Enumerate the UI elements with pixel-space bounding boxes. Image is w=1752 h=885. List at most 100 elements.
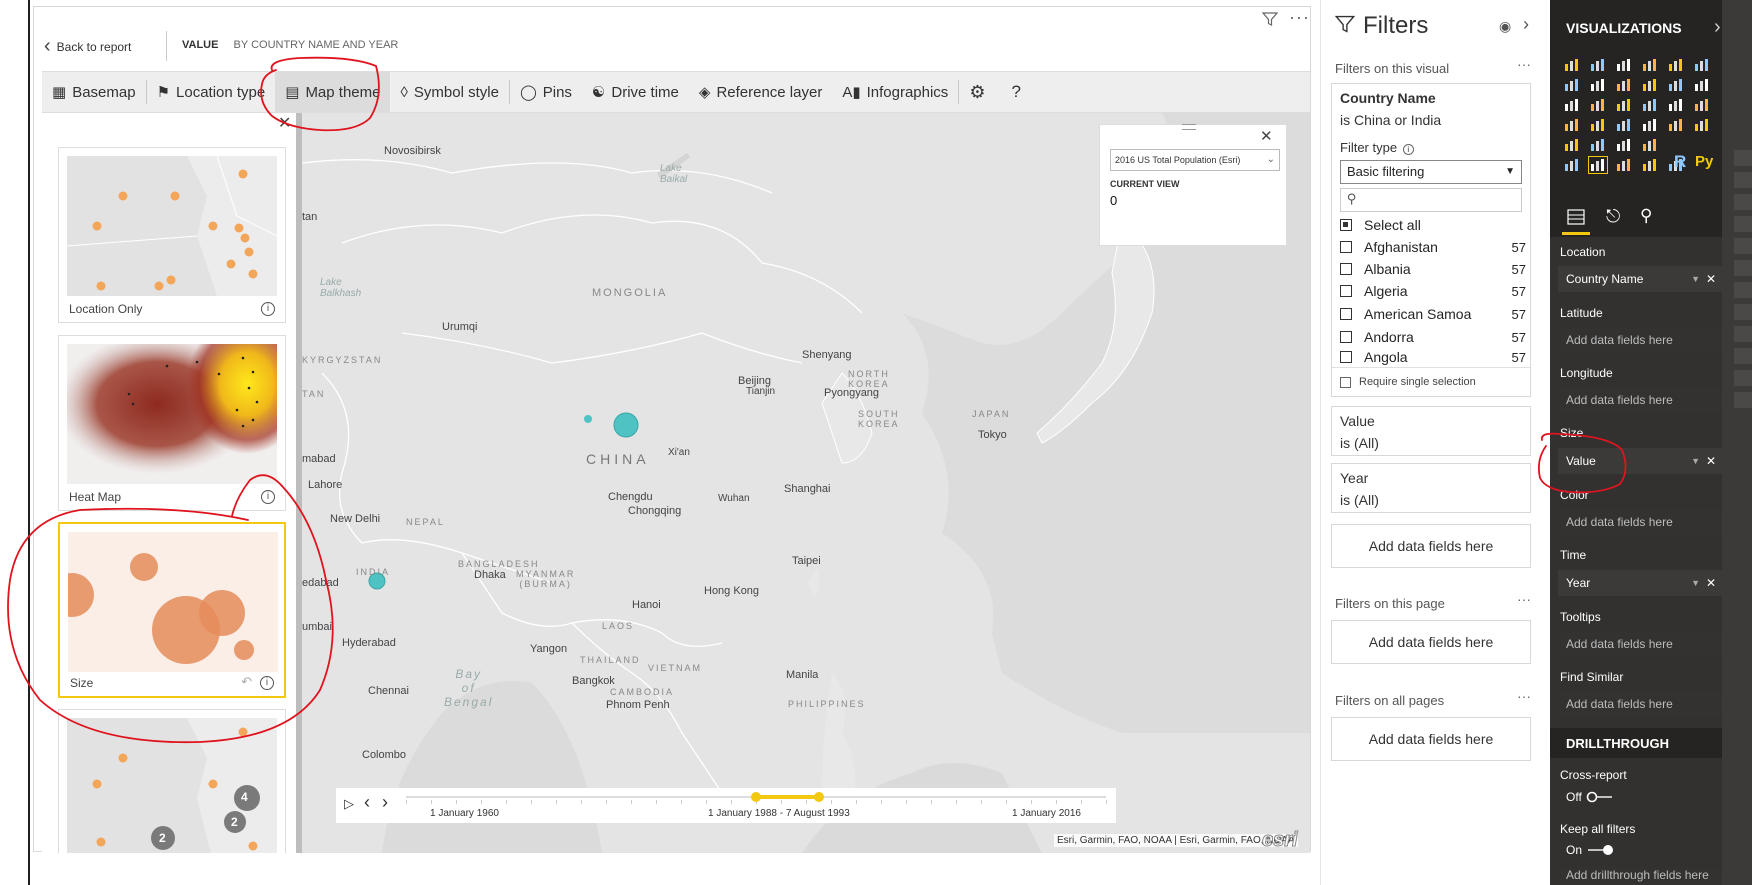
visual-type-icon[interactable] [1564, 138, 1580, 152]
field-row[interactable] [1734, 260, 1752, 276]
back-to-report-button[interactable]: ‹ Back to report [44, 35, 131, 58]
filter-type-select[interactable]: Basic filtering ▼ [1340, 160, 1522, 184]
cross-report-toggle[interactable]: Off [1566, 790, 1614, 804]
field-row[interactable] [1734, 194, 1752, 210]
filter-search-input[interactable]: ⚲ [1340, 188, 1522, 212]
time-slider[interactable]: ▷ ‹ › 1 January 1960 1 January 1988 - 7 … [336, 788, 1116, 823]
close-icon[interactable]: ✕ [278, 113, 291, 133]
more-options-icon[interactable]: ··· [1517, 56, 1531, 72]
remove-field-icon[interactable]: ✕ [1706, 266, 1716, 292]
drag-handle-icon[interactable] [1182, 124, 1196, 130]
caret-down-icon[interactable]: ▼ [1691, 266, 1700, 292]
visual-type-icon[interactable] [1564, 58, 1580, 72]
visual-type-icon[interactable] [1668, 78, 1684, 92]
tooltips-well[interactable]: Add data fields here [1558, 631, 1722, 657]
range-end-handle[interactable] [814, 792, 824, 802]
filter-option[interactable]: American Samoa 57 [1340, 303, 1526, 325]
reference-layer-dropdown[interactable]: 2016 US Total Population (Esri) ⌄ [1110, 149, 1280, 171]
visual-type-icon[interactable] [1642, 98, 1658, 112]
filter-card-country[interactable]: Country Name is China or India Filter ty… [1331, 83, 1531, 397]
theme-size[interactable]: Size ↶ i [58, 522, 286, 698]
pins-button[interactable]: ◯ Pins [510, 72, 582, 112]
add-fields-all-pages-dropzone[interactable]: Add data fields here [1331, 717, 1531, 761]
visual-type-icon[interactable] [1590, 138, 1606, 152]
caret-down-icon[interactable]: ▼ [1691, 448, 1700, 474]
basemap-button[interactable]: ▦ Basemap [42, 72, 146, 112]
r-visual-icon[interactable]: R [1674, 152, 1686, 172]
python-visual-icon[interactable]: Py [1695, 153, 1713, 170]
visual-type-icon[interactable] [1642, 78, 1658, 92]
visual-type-icon[interactable] [1642, 138, 1658, 152]
info-icon[interactable]: i [260, 676, 274, 690]
filter-option[interactable]: Afghanistan 57 [1340, 236, 1526, 258]
undo-icon[interactable]: ↶ [241, 674, 252, 690]
visual-type-icon[interactable] [1668, 98, 1684, 112]
theme-clustering[interactable]: 4 2 2 [58, 709, 286, 853]
symbol-style-button[interactable]: ◊ Symbol style [390, 72, 508, 112]
chevron-right-icon[interactable]: › [1523, 14, 1529, 35]
visual-type-icon[interactable] [1564, 78, 1580, 92]
keep-filters-toggle[interactable]: On [1566, 843, 1614, 857]
filter-card-value[interactable]: Value is (All) [1331, 406, 1531, 456]
location-type-button[interactable]: ⚑ Location type [147, 72, 276, 112]
analytics-icon[interactable]: ⚲ [1640, 206, 1652, 226]
visual-type-icon[interactable] [1694, 118, 1710, 132]
caret-down-icon[interactable]: ▼ [1691, 570, 1700, 596]
reference-layer-button[interactable]: ◈ Reference layer [689, 72, 832, 112]
add-fields-visual-dropzone[interactable]: Add data fields here [1331, 524, 1531, 568]
visual-type-icon[interactable] [1642, 118, 1658, 132]
filter-option[interactable]: Algeria 57 [1340, 280, 1526, 302]
theme-heat-map[interactable]: Heat Map i [58, 335, 286, 511]
info-icon[interactable]: i [261, 302, 275, 316]
visual-type-icon[interactable] [1616, 118, 1632, 132]
theme-location-only[interactable]: Location Only i [58, 147, 286, 323]
color-well[interactable]: Add data fields here [1558, 509, 1722, 535]
field-row[interactable] [1734, 370, 1752, 386]
visual-type-icon[interactable] [1642, 158, 1658, 172]
chevron-right-icon[interactable]: › [382, 792, 388, 813]
more-options-icon[interactable]: ··· [1517, 688, 1531, 704]
visual-type-icon[interactable] [1616, 58, 1632, 72]
visual-type-icon[interactable] [1694, 78, 1710, 92]
longitude-well[interactable]: Add data fields here [1558, 387, 1722, 413]
location-well[interactable]: Country Name ▼ ✕ [1558, 266, 1722, 292]
fields-tab[interactable] [1566, 208, 1590, 228]
visual-type-icon[interactable] [1564, 158, 1580, 172]
more-options-icon[interactable]: ··· [1289, 7, 1310, 28]
visual-type-icon[interactable] [1668, 118, 1684, 132]
visual-type-icon[interactable] [1616, 158, 1632, 172]
size-well[interactable]: Value ▼ ✕ [1558, 448, 1722, 474]
visual-type-icon[interactable] [1564, 118, 1580, 132]
filter-card-year[interactable]: Year is (All) [1331, 463, 1531, 513]
help-button[interactable]: ? [1001, 72, 1030, 112]
filter-select-all[interactable]: Select all [1340, 214, 1526, 236]
filter-option[interactable]: Andorra 57 [1340, 326, 1526, 348]
visual-type-icon[interactable] [1616, 138, 1632, 152]
visual-type-icon[interactable] [1590, 58, 1606, 72]
visual-type-icon[interactable] [1616, 78, 1632, 92]
info-icon[interactable]: i [261, 490, 275, 504]
chevron-right-icon[interactable]: › [1714, 16, 1721, 39]
remove-field-icon[interactable]: ✕ [1706, 570, 1716, 596]
paint-roller-icon[interactable]: ⎋ [1606, 206, 1620, 227]
find-similar-well[interactable]: Add data fields here [1558, 691, 1722, 717]
map-theme-button[interactable]: ▤ Map theme [275, 72, 391, 112]
filter-option[interactable]: Angola 57 [1340, 348, 1526, 366]
more-options-icon[interactable]: ··· [1517, 591, 1531, 607]
field-row[interactable] [1734, 150, 1752, 166]
infographics-button[interactable]: A▮ Infographics [832, 72, 958, 112]
visual-type-icon[interactable] [1616, 98, 1632, 112]
play-icon[interactable]: ▷ [344, 796, 354, 812]
drillthrough-well[interactable]: Add drillthrough fields here [1558, 868, 1722, 885]
require-single-checkbox[interactable]: Require single selection [1340, 376, 1476, 388]
field-row[interactable] [1734, 238, 1752, 254]
time-well[interactable]: Year ▼ ✕ [1558, 570, 1722, 596]
latitude-well[interactable]: Add data fields here [1558, 327, 1722, 353]
remove-field-icon[interactable]: ✕ [1706, 448, 1716, 474]
field-row[interactable] [1734, 304, 1752, 320]
field-row[interactable] [1734, 326, 1752, 342]
visual-type-icon[interactable] [1590, 118, 1606, 132]
filter-icon[interactable] [1261, 11, 1279, 32]
visual-type-icon[interactable] [1694, 98, 1710, 112]
visual-type-icon[interactable] [1694, 58, 1710, 72]
